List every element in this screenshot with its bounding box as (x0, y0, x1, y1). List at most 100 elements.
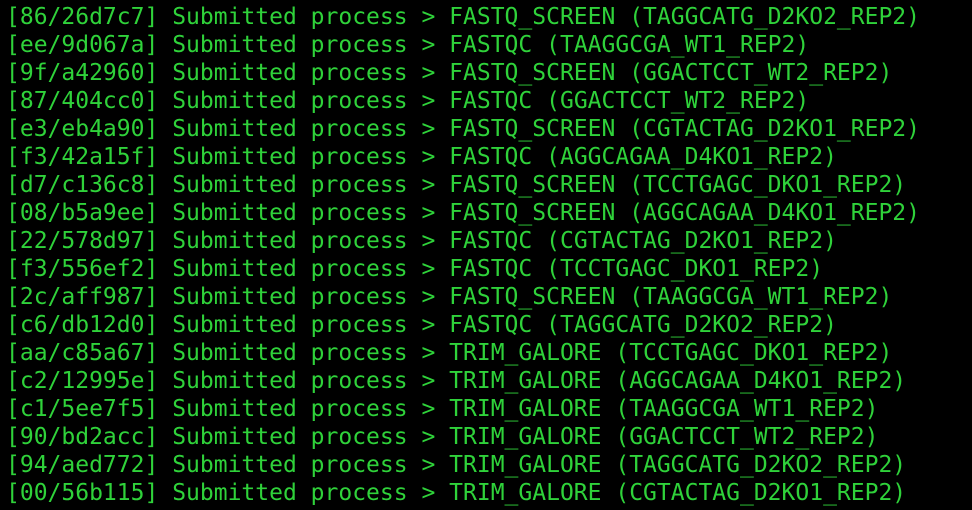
task-hash: [86/26d7c7] (6, 4, 159, 30)
process-name: FASTQ_SCREEN (449, 4, 616, 30)
task-hash: [2c/aff987] (6, 284, 159, 310)
process-name: FASTQ_SCREEN (449, 284, 616, 310)
process-name: TRIM_GALORE (449, 368, 602, 394)
status-text: Submitted process (172, 4, 408, 30)
task-hash: [e3/eb4a90] (6, 116, 159, 142)
sample-tag: (TCCTGAGC_DKO1_REP2) (629, 172, 907, 198)
arrow-symbol: > (421, 200, 436, 226)
task-hash: [d7/c136c8] (6, 172, 159, 198)
log-line: [22/578d97] Submitted process > FASTQC (… (6, 227, 920, 255)
process-name: FASTQC (449, 228, 533, 254)
task-hash: [90/bd2acc] (6, 424, 159, 450)
process-log: [86/26d7c7] Submitted process > FASTQ_SC… (6, 3, 920, 507)
process-name: TRIM_GALORE (449, 424, 602, 450)
task-hash: [c1/5ee7f5] (6, 396, 159, 422)
log-line: [d7/c136c8] Submitted process > FASTQ_SC… (6, 171, 920, 199)
arrow-symbol: > (421, 452, 436, 478)
arrow-symbol: > (421, 424, 436, 450)
log-line: [aa/c85a67] Submitted process > TRIM_GAL… (6, 339, 920, 367)
task-hash: [f3/556ef2] (6, 256, 159, 282)
log-line: [ee/9d067a] Submitted process > FASTQC (… (6, 31, 920, 59)
arrow-symbol: > (421, 368, 436, 394)
log-line: [c1/5ee7f5] Submitted process > TRIM_GAL… (6, 395, 920, 423)
status-text: Submitted process (172, 200, 408, 226)
arrow-symbol: > (421, 228, 436, 254)
arrow-symbol: > (421, 256, 436, 282)
status-text: Submitted process (172, 452, 408, 478)
log-line: [00/56b115] Submitted process > TRIM_GAL… (6, 479, 920, 507)
task-hash: [9f/a42960] (6, 60, 159, 86)
arrow-symbol: > (421, 480, 436, 506)
process-name: FASTQ_SCREEN (449, 172, 616, 198)
status-text: Submitted process (172, 312, 408, 338)
process-name: FASTQ_SCREEN (449, 200, 616, 226)
status-text: Submitted process (172, 88, 408, 114)
sample-tag: (GGACTCCT_WT2_REP2) (546, 88, 810, 114)
arrow-symbol: > (421, 144, 436, 170)
arrow-symbol: > (421, 172, 436, 198)
log-line: [2c/aff987] Submitted process > FASTQ_SC… (6, 283, 920, 311)
process-name: FASTQC (449, 88, 533, 114)
status-text: Submitted process (172, 340, 408, 366)
log-line: [08/b5a9ee] Submitted process > FASTQ_SC… (6, 199, 920, 227)
task-hash: [94/aed772] (6, 452, 159, 478)
arrow-symbol: > (421, 312, 436, 338)
log-line: [c2/12995e] Submitted process > TRIM_GAL… (6, 367, 920, 395)
status-text: Submitted process (172, 368, 408, 394)
process-name: FASTQ_SCREEN (449, 116, 616, 142)
sample-tag: (TAGGCATG_D2KO2_REP2) (629, 4, 920, 30)
sample-tag: (TAAGGCGA_WT1_REP2) (615, 396, 879, 422)
terminal-window[interactable]: [86/26d7c7] Submitted process > FASTQ_SC… (0, 0, 972, 510)
arrow-symbol: > (421, 340, 436, 366)
process-name: TRIM_GALORE (449, 480, 602, 506)
status-text: Submitted process (172, 144, 408, 170)
sample-tag: (GGACTCCT_WT2_REP2) (629, 60, 893, 86)
log-line: [86/26d7c7] Submitted process > FASTQ_SC… (6, 3, 920, 31)
sample-tag: (CGTACTAG_D2KO1_REP2) (615, 480, 907, 506)
task-hash: [c6/db12d0] (6, 312, 159, 338)
log-line: [f3/42a15f] Submitted process > FASTQC (… (6, 143, 920, 171)
log-line: [e3/eb4a90] Submitted process > FASTQ_SC… (6, 115, 920, 143)
task-hash: [c2/12995e] (6, 368, 159, 394)
sample-tag: (TCCTGAGC_DKO1_REP2) (615, 340, 893, 366)
task-hash: [f3/42a15f] (6, 144, 159, 170)
sample-tag: (CGTACTAG_D2KO1_REP2) (546, 228, 837, 254)
arrow-symbol: > (421, 116, 436, 142)
arrow-symbol: > (421, 284, 436, 310)
process-name: TRIM_GALORE (449, 452, 602, 478)
status-text: Submitted process (172, 256, 408, 282)
status-text: Submitted process (172, 284, 408, 310)
process-name: FASTQC (449, 312, 533, 338)
sample-tag: (GGACTCCT_WT2_REP2) (615, 424, 879, 450)
status-text: Submitted process (172, 172, 408, 198)
sample-tag: (AGGCAGAA_D4KO1_REP2) (546, 144, 837, 170)
task-hash: [87/404cc0] (6, 88, 159, 114)
process-name: FASTQ_SCREEN (449, 60, 616, 86)
process-name: TRIM_GALORE (449, 340, 602, 366)
status-text: Submitted process (172, 424, 408, 450)
sample-tag: (TAAGGCGA_WT1_REP2) (546, 32, 810, 58)
sample-tag: (AGGCAGAA_D4KO1_REP2) (629, 200, 920, 226)
log-line: [94/aed772] Submitted process > TRIM_GAL… (6, 451, 920, 479)
status-text: Submitted process (172, 228, 408, 254)
task-hash: [aa/c85a67] (6, 340, 159, 366)
log-line: [90/bd2acc] Submitted process > TRIM_GAL… (6, 423, 920, 451)
status-text: Submitted process (172, 60, 408, 86)
status-text: Submitted process (172, 32, 408, 58)
task-hash: [22/578d97] (6, 228, 159, 254)
task-hash: [00/56b115] (6, 480, 159, 506)
process-name: TRIM_GALORE (449, 396, 602, 422)
sample-tag: (TAGGCATG_D2KO2_REP2) (615, 452, 907, 478)
process-name: FASTQC (449, 256, 533, 282)
arrow-symbol: > (421, 4, 436, 30)
status-text: Submitted process (172, 396, 408, 422)
sample-tag: (TAAGGCGA_WT1_REP2) (629, 284, 893, 310)
arrow-symbol: > (421, 396, 436, 422)
arrow-symbol: > (421, 60, 436, 86)
log-line: [9f/a42960] Submitted process > FASTQ_SC… (6, 59, 920, 87)
process-name: FASTQC (449, 32, 533, 58)
status-text: Submitted process (172, 480, 408, 506)
arrow-symbol: > (421, 88, 436, 114)
task-hash: [ee/9d067a] (6, 32, 159, 58)
sample-tag: (AGGCAGAA_D4KO1_REP2) (615, 368, 907, 394)
